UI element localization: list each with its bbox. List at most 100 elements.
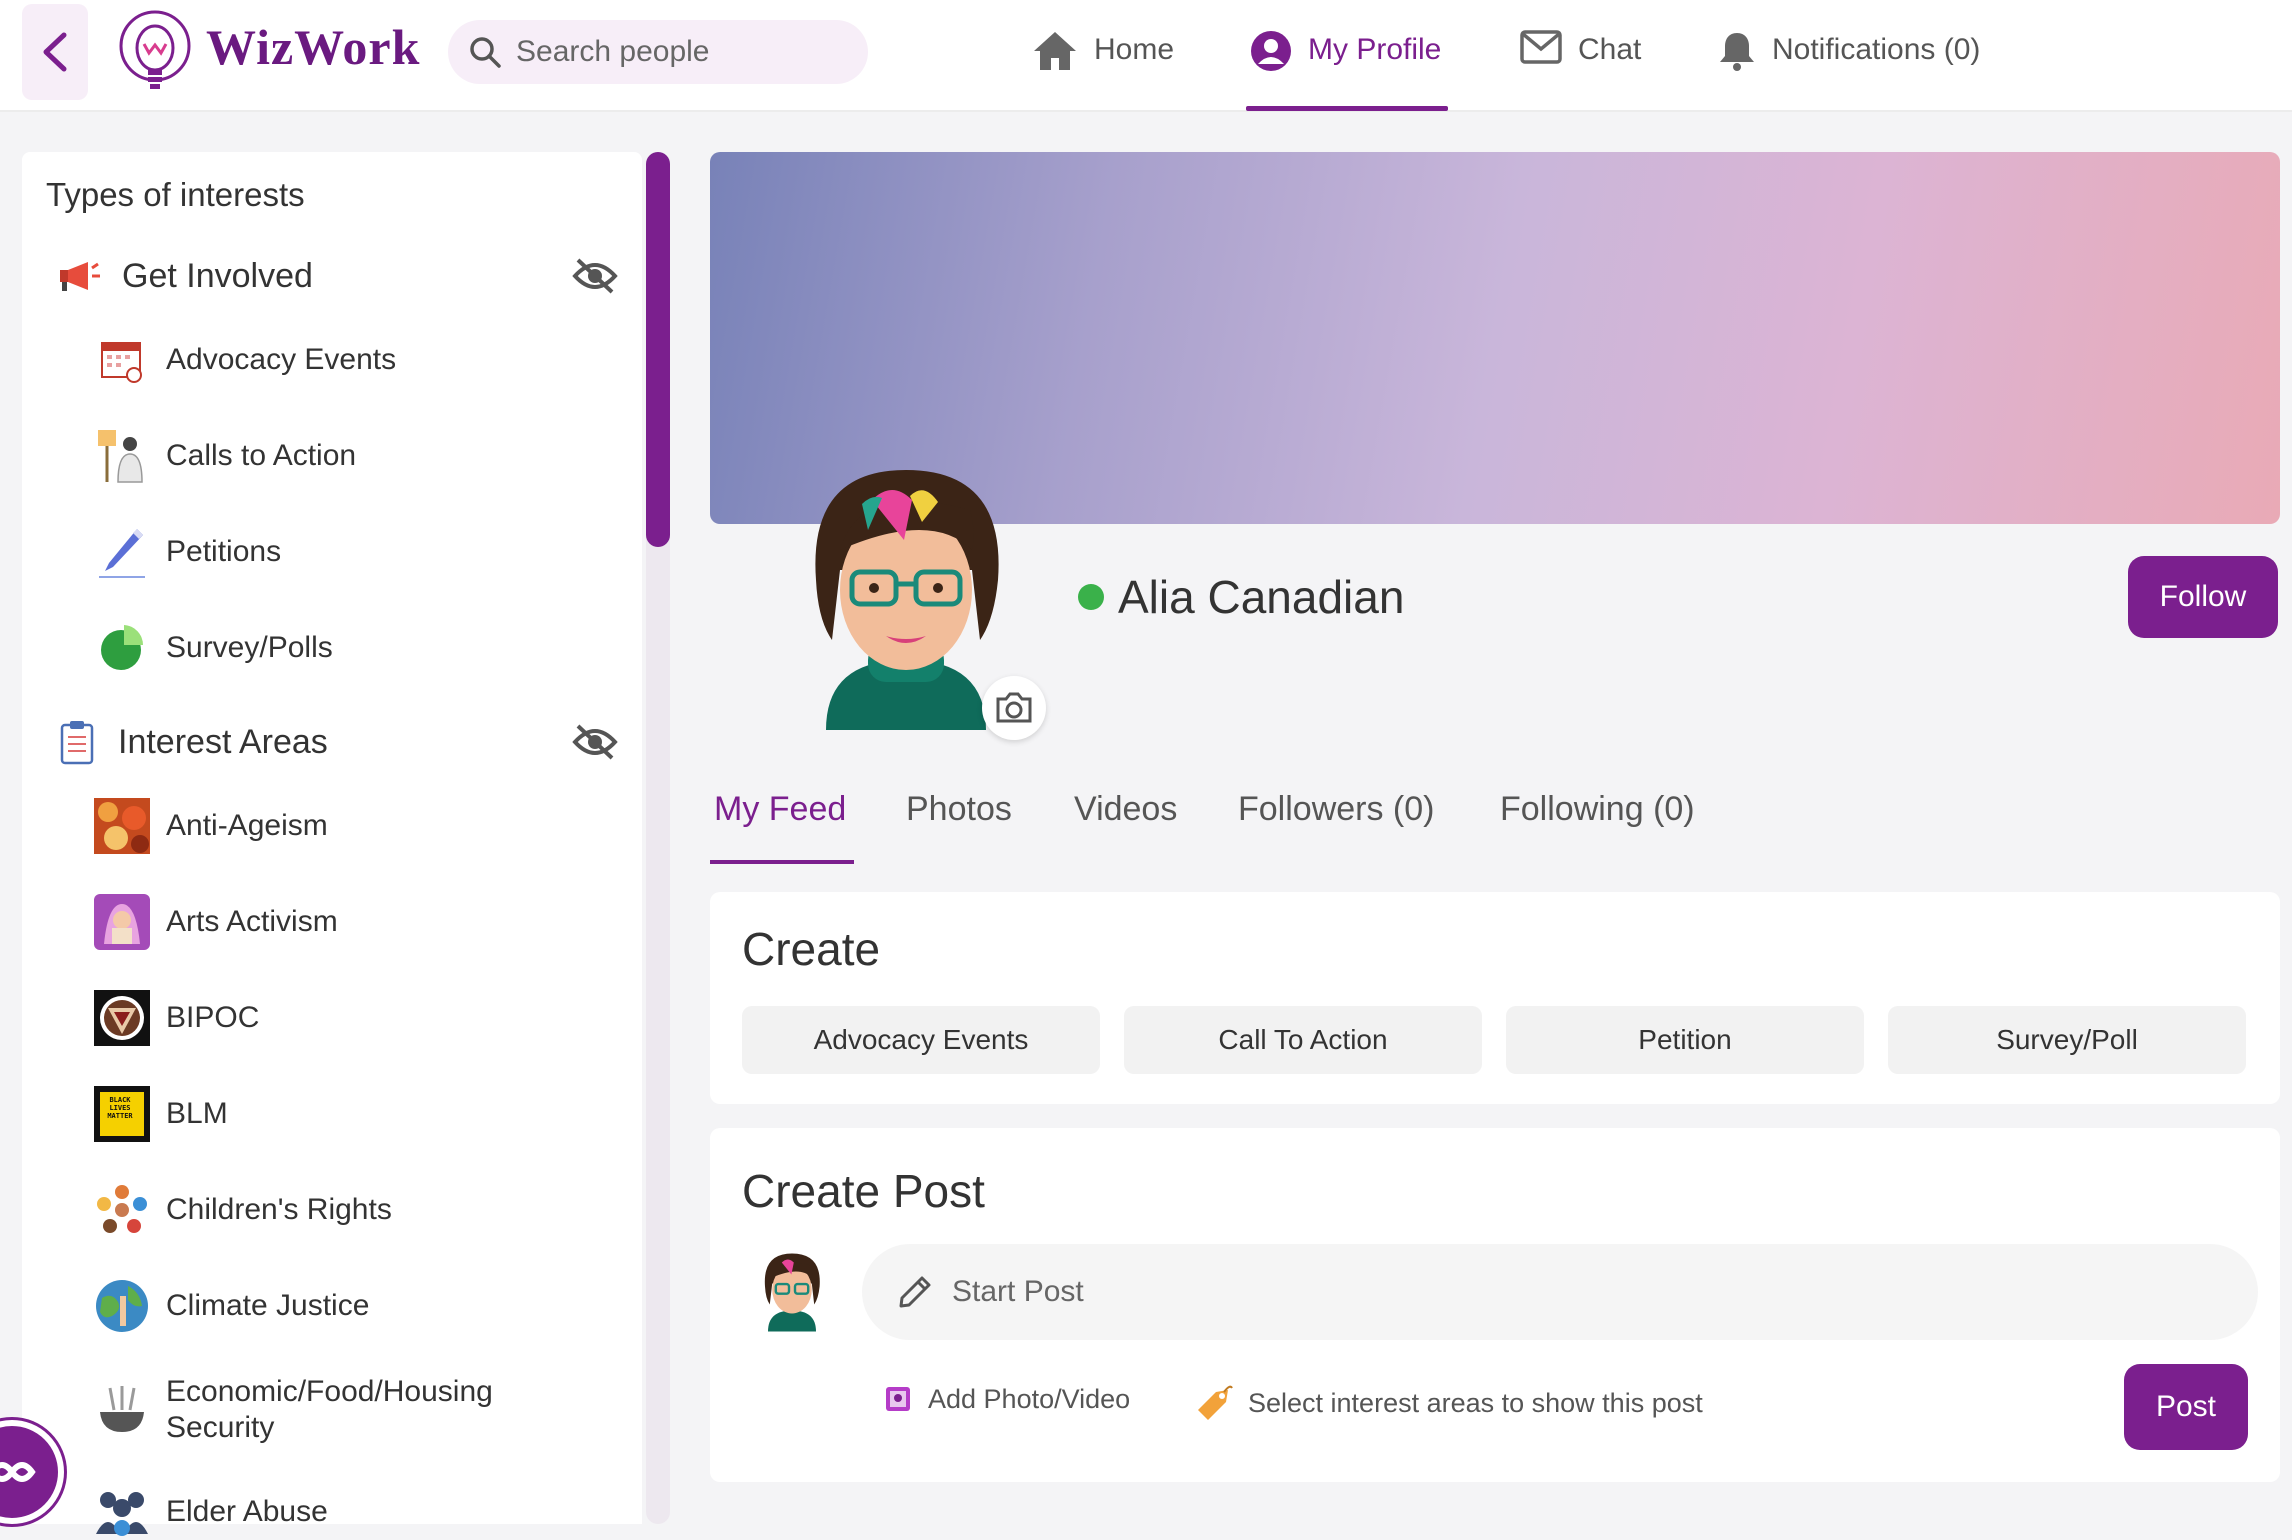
online-status-dot (1078, 584, 1104, 610)
create-call-to-action-button[interactable]: Call To Action (1124, 1006, 1482, 1074)
sidebar-title: Types of interests (46, 176, 305, 213)
wizwork-logo[interactable]: WizWork (110, 4, 430, 104)
calendar-icon (94, 332, 150, 388)
profile-name: Alia Canadian (1118, 571, 1405, 623)
arts-activism-thumb (94, 894, 150, 950)
post-button[interactable]: Post (2124, 1364, 2248, 1450)
search-icon (470, 37, 501, 68)
create-advocacy-events-button[interactable]: Advocacy Events (742, 1006, 1100, 1074)
user-avatar-small (764, 1253, 820, 1332)
tab-photos[interactable]: Photos (906, 790, 1012, 829)
sidebar-item-survey-polls[interactable]: Survey/Polls (94, 620, 594, 676)
sidebar-item-label: BLM (166, 1097, 228, 1130)
search-input[interactable] (516, 35, 846, 69)
add-photo-video-button[interactable]: Add Photo/Video (884, 1384, 1130, 1415)
sidebar-item-label: Calls to Action (166, 439, 357, 472)
sidebar-item-label: Advocacy Events (166, 343, 397, 376)
section-interest-areas-label: Interest Areas (118, 722, 328, 761)
create-survey-poll-button[interactable]: Survey/Poll (1888, 1006, 2246, 1074)
sidebar-item-climate-justice[interactable]: Climate Justice (94, 1278, 594, 1334)
tab-active-indicator (710, 860, 854, 864)
tab-videos[interactable]: Videos (1074, 790, 1177, 829)
change-avatar-button[interactable] (982, 676, 1046, 740)
pie-chart-icon (94, 620, 150, 676)
profile-header: Alia Canadian (1078, 570, 1404, 624)
logo-text: WizWork (206, 19, 421, 75)
bell-icon (1720, 33, 1754, 71)
pencil-icon (899, 1276, 931, 1308)
chevron-left-icon (43, 32, 67, 72)
start-post-input[interactable]: Start Post (862, 1244, 2258, 1340)
follow-button[interactable]: Follow (2128, 556, 2278, 638)
photo-icon (886, 1386, 910, 1411)
nav-chat[interactable]: Chat (1520, 20, 1641, 112)
mail-icon (1520, 30, 1562, 64)
search-bar[interactable] (448, 20, 868, 84)
protest-sign-icon (94, 428, 150, 484)
climate-justice-thumb (94, 1278, 150, 1334)
section-interest-areas[interactable]: Interest Areas (58, 714, 618, 770)
sidebar-item-label: Climate Justice (166, 1289, 370, 1322)
sidebar-item-label: Petitions (166, 535, 282, 568)
add-photo-video-label: Add Photo/Video (928, 1384, 1131, 1414)
elder-abuse-thumb (94, 1484, 150, 1540)
nav-my-profile[interactable]: My Profile (1250, 20, 1441, 112)
bipoc-thumb (94, 990, 150, 1046)
sidebar-item-anti-ageism[interactable]: Anti-Ageism (94, 798, 594, 854)
megaphone-icon (60, 262, 100, 291)
sidebar-item-arts-activism[interactable]: Arts Activism (94, 894, 594, 950)
create-post-card: Create Post Start Post Add Photo/Video S… (710, 1128, 2280, 1482)
floating-assistant-button[interactable] (0, 1420, 64, 1524)
sidebar-item-childrens-rights[interactable]: Children's Rights (94, 1182, 594, 1238)
sidebar-item-label: Elder Abuse (166, 1495, 328, 1528)
create-title: Create (742, 923, 881, 975)
eye-off-icon[interactable] (572, 722, 618, 762)
camera-icon (996, 692, 1032, 723)
section-get-involved[interactable]: Get Involved (58, 248, 618, 304)
sidebar-item-label: Children's Rights (166, 1193, 392, 1226)
create-card: Create Advocacy Events Call To Action Pe… (710, 892, 2280, 1104)
nav-my-profile-label: My Profile (1308, 33, 1442, 66)
clipboard-icon (60, 721, 94, 765)
childrens-rights-thumb (94, 1182, 150, 1238)
sidebar-item-label: Anti-Ageism (166, 809, 328, 842)
blm-thumb-text: BLACK LIVES MATTER (107, 1096, 133, 1120)
start-post-placeholder: Start Post (952, 1275, 1084, 1308)
sidebar-item-label: BIPOC (166, 1001, 260, 1034)
anti-ageism-thumb (94, 798, 150, 854)
sidebar-item-advocacy-events[interactable]: Advocacy Events (94, 332, 594, 388)
select-interest-areas-button[interactable]: Select interest areas to show this post (1194, 1384, 1703, 1422)
select-interest-areas-label: Select interest areas to show this post (1248, 1387, 1703, 1418)
interests-sidebar: Types of interests Get Involved Advocacy… (22, 152, 642, 1536)
back-button[interactable] (22, 4, 88, 100)
section-get-involved-label: Get Involved (122, 256, 313, 295)
sidebar-item-petitions[interactable]: Petitions (94, 524, 594, 580)
infinity-icon (0, 1462, 36, 1482)
sidebar-item-label: Survey/Polls (166, 631, 333, 664)
sidebar-scrollbar-thumb[interactable] (646, 152, 670, 547)
economic-security-thumb (94, 1382, 150, 1438)
sidebar-item-label: Arts Activism (166, 905, 338, 938)
profile-avatar[interactable] (806, 460, 1006, 730)
sidebar-item-blm[interactable]: BLM (94, 1086, 594, 1142)
nav-active-indicator (1246, 106, 1448, 111)
nav-notifications-label: Notifications (0) (1772, 33, 1981, 66)
create-post-title: Create Post (742, 1165, 985, 1217)
lightbulb-logo-icon (119, 10, 191, 89)
nav-home[interactable]: Home (1032, 20, 1174, 112)
sidebar-item-calls-to-action[interactable]: Calls to Action (94, 428, 594, 484)
tag-icon (1198, 1385, 1233, 1420)
create-petition-button[interactable]: Petition (1506, 1006, 1864, 1074)
tab-followers[interactable]: Followers (0) (1238, 790, 1434, 829)
pen-icon (94, 524, 150, 580)
tab-following[interactable]: Following (0) (1500, 790, 1695, 829)
sidebar-item-bipoc[interactable]: BIPOC (94, 990, 594, 1046)
tab-my-feed[interactable]: My Feed (714, 790, 846, 829)
home-icon (1034, 32, 1076, 70)
sidebar-item-economic-food-housing-security[interactable]: Economic/Food/Housing Security (94, 1374, 594, 1446)
sidebar-item-elder-abuse[interactable]: Elder Abuse (94, 1484, 594, 1540)
user-circle-icon (1251, 31, 1291, 71)
eye-off-icon[interactable] (572, 256, 618, 296)
avatar-illustration (815, 470, 999, 730)
nav-notifications[interactable]: Notifications (0) (1718, 20, 1980, 112)
